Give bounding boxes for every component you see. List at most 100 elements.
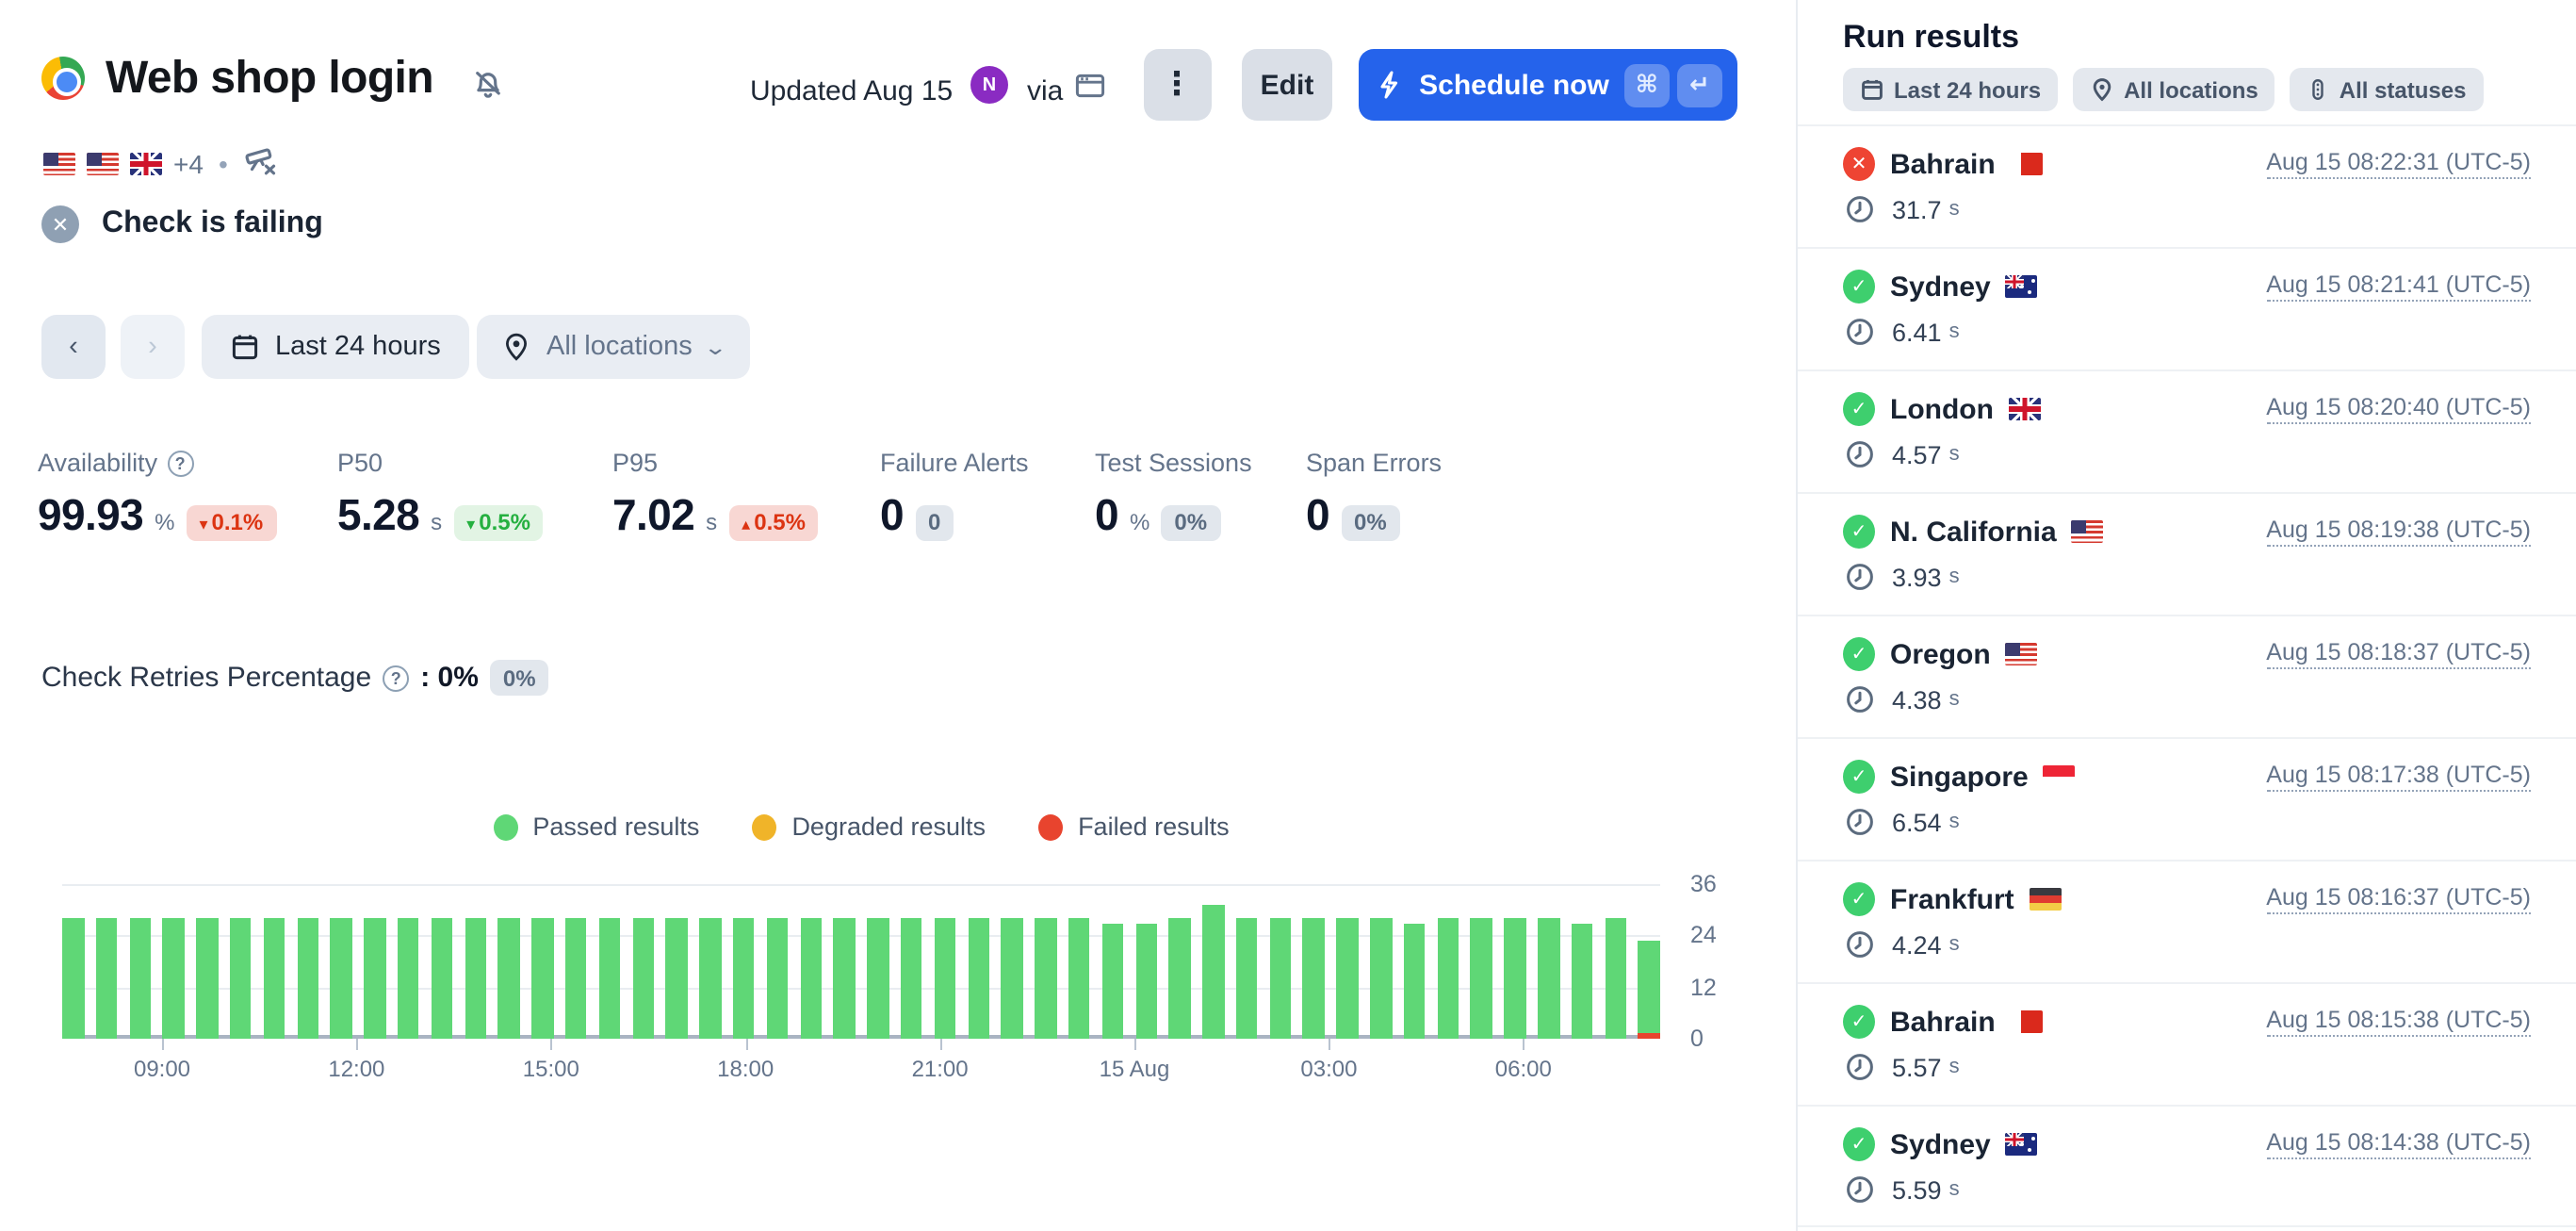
chart-bar[interactable] <box>1605 918 1626 1039</box>
chart-bar[interactable] <box>531 918 553 1039</box>
run-duration-unit: s <box>1949 811 1960 833</box>
run-timestamp-link[interactable]: Aug 15 08:14:38 (UTC-5) <box>2266 1129 2531 1159</box>
chip-time-range[interactable]: Last 24 hours <box>1843 68 2058 111</box>
chart-bar[interactable] <box>1135 923 1157 1039</box>
chart-bar[interactable] <box>364 918 385 1039</box>
chart-bar[interactable] <box>264 918 285 1039</box>
chart-bar[interactable] <box>901 918 922 1039</box>
check-retries-badge: 0% <box>490 660 549 696</box>
chart-bar[interactable] <box>1303 918 1325 1039</box>
run-result-row[interactable]: ✓LondonAug 15 08:20:40 (UTC-5)4.57s <box>1798 369 2576 492</box>
time-range-filter[interactable]: Last 24 hours <box>202 315 469 379</box>
chart-bar[interactable] <box>1505 918 1526 1039</box>
legend-label: Degraded results <box>791 812 986 841</box>
next-period-button[interactable]: › <box>121 315 185 379</box>
chart-bar[interactable] <box>1337 918 1359 1039</box>
chart-bar[interactable] <box>1538 918 1559 1039</box>
run-duration: 4.38 <box>1892 685 1942 714</box>
chart-bar[interactable] <box>1068 918 1090 1039</box>
chart-bar[interactable] <box>297 918 318 1039</box>
chart-bar[interactable] <box>331 918 352 1039</box>
chart-bar[interactable] <box>62 918 84 1039</box>
run-result-row[interactable]: ✓SydneyAug 15 08:14:38 (UTC-5)5.59s <box>1798 1105 2576 1227</box>
run-timestamp-link[interactable]: Aug 15 08:20:40 (UTC-5) <box>2266 394 2531 424</box>
clock-icon <box>1845 1052 1875 1082</box>
chart-bar[interactable] <box>465 918 486 1039</box>
chart-bar[interactable] <box>163 918 185 1039</box>
chart-bar[interactable] <box>1404 923 1426 1039</box>
status-passed-icon: ✓ <box>1843 882 1875 916</box>
chart-bar[interactable] <box>1269 918 1291 1039</box>
more-actions-button[interactable]: ⋮ <box>1144 49 1212 121</box>
passed-segment <box>531 918 553 1039</box>
help-icon[interactable] <box>383 665 409 691</box>
passed-segment <box>1169 918 1191 1039</box>
status-passed-icon: ✓ <box>1843 760 1875 794</box>
stat-badge: 0 <box>915 504 954 540</box>
chart-bar[interactable] <box>398 918 419 1039</box>
chart-bar[interactable] <box>934 918 955 1039</box>
lightning-icon <box>1374 70 1404 100</box>
chart-bar[interactable] <box>129 918 151 1039</box>
locations-filter[interactable]: All locations ⌄ <box>477 315 749 379</box>
run-timestamp-link[interactable]: Aug 15 08:15:38 (UTC-5) <box>2266 1007 2531 1037</box>
help-icon[interactable] <box>167 450 193 476</box>
run-duration-unit: s <box>1949 1056 1960 1078</box>
chart-bar[interactable] <box>1370 918 1392 1039</box>
chart-bar[interactable] <box>1572 923 1593 1039</box>
flag-gb-icon <box>2009 398 2041 420</box>
run-timestamp-link[interactable]: Aug 15 08:17:38 (UTC-5) <box>2266 762 2531 792</box>
chart-bar[interactable] <box>632 918 654 1039</box>
chart-bar[interactable] <box>834 918 856 1039</box>
run-timestamp-link[interactable]: Aug 15 08:19:38 (UTC-5) <box>2266 517 2531 547</box>
chart-bar[interactable] <box>968 918 989 1039</box>
chip-locations[interactable]: All locations <box>2073 68 2275 111</box>
chip-statuses[interactable]: All statuses <box>2291 68 2484 111</box>
run-row-duration-line: 4.24s <box>1843 929 2531 960</box>
run-duration: 5.59 <box>1892 1175 1942 1204</box>
chart-bar[interactable] <box>766 918 788 1039</box>
run-timestamp-link[interactable]: Aug 15 08:16:37 (UTC-5) <box>2266 884 2531 914</box>
schedule-now-button[interactable]: Schedule now ⌘ ↵ <box>1359 49 1737 121</box>
browser-window-icon <box>1074 70 1106 111</box>
chart-bar[interactable] <box>699 918 721 1039</box>
run-result-row[interactable]: ✓OregonAug 15 08:18:37 (UTC-5)4.38s <box>1798 615 2576 737</box>
run-timestamp-link[interactable]: Aug 15 08:18:37 (UTC-5) <box>2266 639 2531 669</box>
run-location: Oregon <box>1890 638 1991 670</box>
chart-bar[interactable] <box>1002 918 1023 1039</box>
chart-bar[interactable] <box>498 918 520 1039</box>
run-row-main-line: ✓SydneyAug 15 08:14:38 (UTC-5) <box>1843 1127 2531 1161</box>
chart-bar[interactable] <box>1471 918 1492 1039</box>
chart-bar[interactable] <box>599 918 621 1039</box>
chart-bar[interactable] <box>733 918 755 1039</box>
chart-bar[interactable] <box>666 918 688 1039</box>
chart-bar[interactable] <box>867 918 889 1039</box>
chart-bar[interactable] <box>196 918 218 1039</box>
run-result-row[interactable]: ✓N. CaliforniaAug 15 08:19:38 (UTC-5)3.9… <box>1798 492 2576 615</box>
avatar[interactable]: N <box>970 66 1008 104</box>
chart-bar[interactable] <box>96 918 118 1039</box>
chart-bar[interactable] <box>1236 918 1258 1039</box>
prev-period-button[interactable]: ‹ <box>41 315 106 379</box>
muted-alerts-bell-icon[interactable] <box>471 68 505 111</box>
run-timestamp-link[interactable]: Aug 15 08:22:31 (UTC-5) <box>2266 149 2531 179</box>
run-row-duration-line: 3.93s <box>1843 562 2531 592</box>
chart-bar[interactable] <box>1639 940 1660 1039</box>
chart-bar[interactable] <box>230 918 252 1039</box>
chart-bar[interactable] <box>800 918 822 1039</box>
run-result-row[interactable]: ✓BahrainAug 15 08:15:38 (UTC-5)5.57s <box>1798 982 2576 1105</box>
run-result-row[interactable]: ✓FrankfurtAug 15 08:16:37 (UTC-5)4.24s <box>1798 860 2576 982</box>
chart-bar[interactable] <box>432 918 453 1039</box>
chart-bar[interactable] <box>1101 923 1123 1039</box>
run-timestamp-link[interactable]: Aug 15 08:21:41 (UTC-5) <box>2266 271 2531 302</box>
chart-bar[interactable] <box>1202 906 1224 1039</box>
edit-button[interactable]: Edit <box>1242 49 1332 121</box>
run-result-row[interactable]: ✓SingaporeAug 15 08:17:38 (UTC-5)6.54s <box>1798 737 2576 860</box>
chart-bar[interactable] <box>565 918 587 1039</box>
run-result-row[interactable]: ✕BahrainAug 15 08:22:31 (UTC-5)31.7s <box>1798 124 2576 247</box>
chart-bar[interactable] <box>1035 918 1056 1039</box>
run-result-row[interactable]: ✓SydneyAug 15 08:21:41 (UTC-5)6.41s <box>1798 247 2576 369</box>
passed-segment <box>1538 918 1559 1039</box>
chart-bar[interactable] <box>1437 918 1459 1039</box>
chart-bar[interactable] <box>1169 918 1191 1039</box>
